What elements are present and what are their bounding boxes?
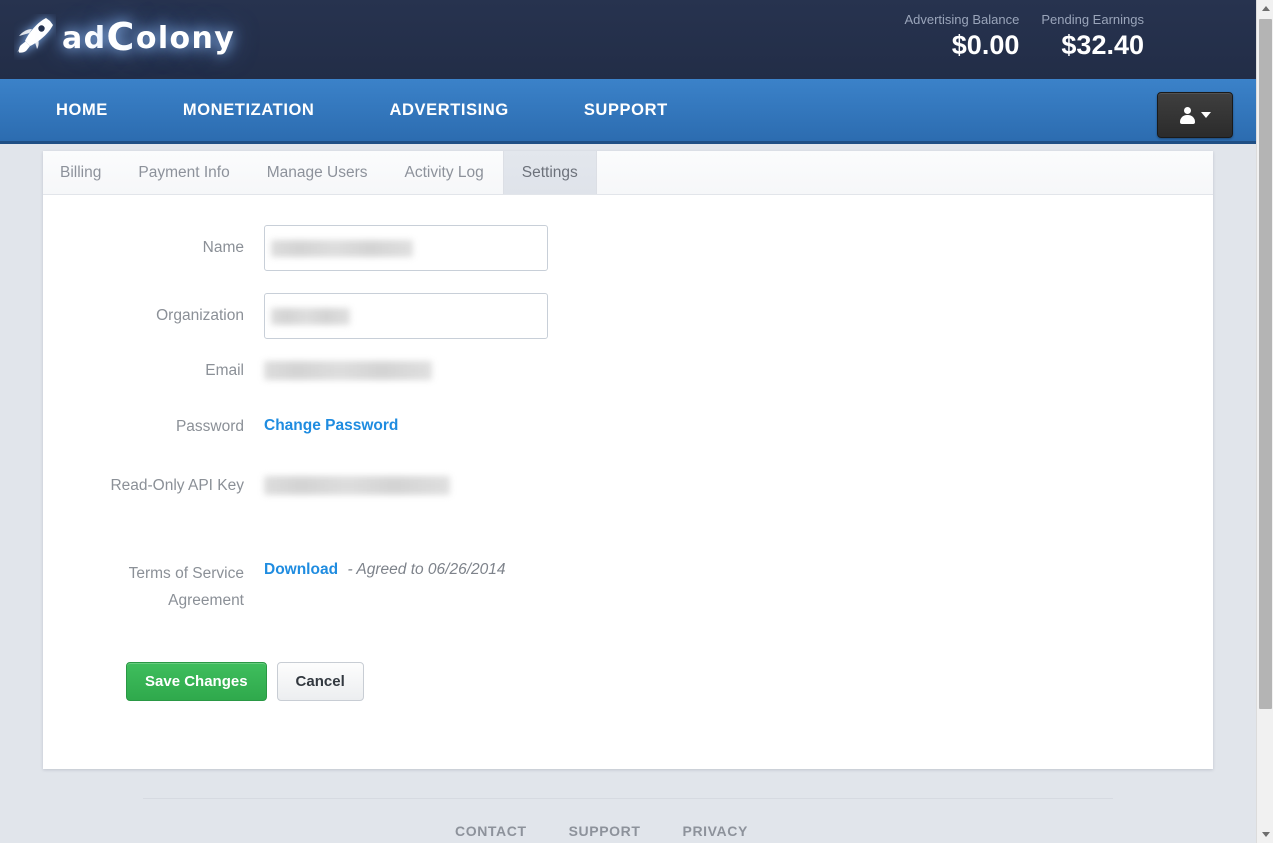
- email-field-col: [264, 361, 1213, 381]
- scroll-up-arrow-icon[interactable]: [1257, 0, 1273, 17]
- tos-agreed-text: - Agreed to 06/26/2014: [347, 561, 506, 578]
- tab-billing[interactable]: Billing: [43, 151, 120, 194]
- api-key-redacted-value: [264, 476, 450, 495]
- brand-logo[interactable]: adColony: [14, 16, 235, 60]
- name-redacted-value: [271, 240, 413, 257]
- api-key-value-wrap: [264, 476, 1213, 496]
- footer-link-privacy[interactable]: PRIVACY: [683, 823, 748, 839]
- organization-field-col: [264, 293, 1213, 339]
- tab-manage-users[interactable]: Manage Users: [249, 151, 387, 194]
- organization-label: Organization: [156, 307, 244, 324]
- form-row-name: Name: [43, 225, 1213, 271]
- organization-redacted-value: [271, 308, 350, 325]
- tab-activity-log[interactable]: Activity Log: [386, 151, 502, 194]
- site-header: adColony Advertising Balance $0.00 Pendi…: [0, 0, 1256, 79]
- download-tos-link[interactable]: Download: [264, 561, 338, 578]
- tos-label: Terms of Service Agreement: [43, 560, 264, 614]
- account-tabs: Billing Payment Info Manage Users Activi…: [43, 151, 1213, 195]
- footer-link-contact[interactable]: CONTACT: [455, 823, 527, 839]
- organization-input-wrap: [264, 293, 548, 339]
- scroll-up-triangle: [1261, 6, 1270, 11]
- advertising-balance-value: $0.00: [951, 30, 1020, 60]
- site-footer: CONTACT SUPPORT PRIVACY: [0, 798, 1256, 843]
- tab-payment-info-label: Payment Info: [138, 163, 230, 181]
- tos-field-col: Download - Agreed to 06/26/2014: [264, 560, 1213, 579]
- tab-settings[interactable]: Settings: [502, 151, 597, 194]
- form-row-tos: Terms of Service Agreement Download - Ag…: [43, 560, 1213, 614]
- change-password-link[interactable]: Change Password: [264, 417, 398, 434]
- scroll-down-triangle: [1261, 832, 1270, 837]
- email-redacted-value: [264, 361, 432, 380]
- settings-card: Billing Payment Info Manage Users Activi…: [43, 151, 1213, 769]
- nav-item-home[interactable]: HOME: [56, 101, 138, 120]
- nav-item-advertising[interactable]: ADVERTISING: [389, 101, 538, 120]
- form-row-email: Email: [43, 361, 1213, 381]
- password-field-col: Change Password: [264, 417, 1213, 435]
- form-row-organization: Organization: [43, 293, 1213, 339]
- browser-viewport: adColony Advertising Balance $0.00 Pendi…: [0, 0, 1273, 843]
- pending-earnings: Pending Earnings $32.40: [1041, 12, 1144, 61]
- tab-activity-log-label: Activity Log: [404, 163, 484, 181]
- tab-settings-label: Settings: [521, 163, 578, 181]
- cancel-button[interactable]: Cancel: [276, 662, 364, 701]
- pending-earnings-value: $32.40: [1061, 30, 1144, 60]
- name-input-wrap: [264, 225, 548, 271]
- chevron-down-icon: [1200, 112, 1211, 118]
- password-label: Password: [175, 418, 244, 435]
- api-key-label: Read-Only API Key: [110, 477, 244, 494]
- tab-payment-info[interactable]: Payment Info: [120, 151, 248, 194]
- form-row-api-key: Read-Only API Key: [43, 476, 1213, 496]
- nav-links: HOME MONETIZATION ADVERTISING SUPPORT: [56, 79, 698, 141]
- email-label: Email: [205, 362, 244, 379]
- advertising-balance: Advertising Balance $0.00: [904, 12, 1019, 61]
- user-menu-button[interactable]: [1157, 92, 1233, 138]
- name-field-col: [264, 225, 1213, 271]
- email-value-wrap: [264, 361, 1213, 381]
- nav-item-monetization[interactable]: MONETIZATION: [183, 101, 345, 120]
- api-key-field-col: [264, 476, 1213, 496]
- advertising-balance-label: Advertising Balance: [904, 12, 1020, 27]
- page-root: adColony Advertising Balance $0.00 Pendi…: [0, 0, 1256, 843]
- tos-label-line1: Terms of Service: [128, 565, 244, 582]
- tab-billing-label: Billing: [60, 163, 102, 181]
- content-area: Billing Payment Info Manage Users Activi…: [0, 144, 1256, 843]
- pending-earnings-label: Pending Earnings: [1041, 12, 1144, 27]
- main-navigation: HOME MONETIZATION ADVERTISING SUPPORT: [0, 79, 1256, 144]
- name-label: Name: [202, 239, 244, 256]
- save-changes-button[interactable]: Save Changes: [126, 662, 267, 701]
- brand-wordmark: adColony: [62, 15, 236, 59]
- scrollbar-thumb[interactable]: [1259, 19, 1272, 709]
- tab-manage-users-label: Manage Users: [266, 163, 368, 181]
- rocket-icon: [17, 18, 53, 53]
- form-actions: Save Changes Cancel: [43, 662, 1213, 701]
- footer-divider: [143, 798, 1113, 799]
- account-balances: Advertising Balance $0.00 Pending Earnin…: [904, 12, 1144, 61]
- tos-label-line2: Agreement: [168, 592, 244, 609]
- nav-item-support[interactable]: SUPPORT: [584, 101, 698, 120]
- form-row-password: Password Change Password: [43, 417, 1213, 437]
- footer-link-support[interactable]: SUPPORT: [569, 823, 641, 839]
- user-icon: [1179, 106, 1195, 124]
- footer-links: CONTACT SUPPORT PRIVACY: [455, 823, 748, 839]
- settings-form: Name Organization Email Password Change …: [43, 195, 1213, 701]
- vertical-scrollbar[interactable]: [1256, 0, 1273, 843]
- scroll-down-arrow-icon[interactable]: [1257, 826, 1273, 843]
